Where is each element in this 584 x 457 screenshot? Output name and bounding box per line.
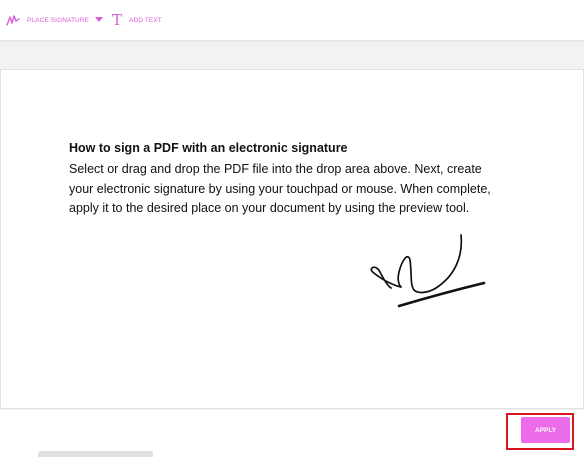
document-title: How to sign a PDF with an electronic sig… xyxy=(69,141,348,155)
toolbar: PLACE SIGNATURE T ADD TEXT xyxy=(0,0,584,41)
text-icon: T xyxy=(112,10,123,29)
add-text-button[interactable]: T ADD TEXT xyxy=(112,0,162,40)
apply-button[interactable]: APPLY xyxy=(521,417,570,443)
document-page: How to sign a PDF with an electronic sig… xyxy=(0,69,584,409)
document-body: Select or drag and drop the PDF file int… xyxy=(69,162,491,215)
signature-icon xyxy=(6,15,20,26)
horizontal-scrollbar[interactable] xyxy=(38,451,153,457)
place-signature-label: PLACE SIGNATURE xyxy=(27,16,90,24)
add-text-label: ADD TEXT xyxy=(129,16,162,24)
place-signature-button[interactable]: PLACE SIGNATURE xyxy=(6,0,104,40)
handwritten-signature[interactable] xyxy=(366,230,491,310)
bottom-bar xyxy=(0,410,584,457)
chevron-down-icon[interactable] xyxy=(95,17,104,23)
